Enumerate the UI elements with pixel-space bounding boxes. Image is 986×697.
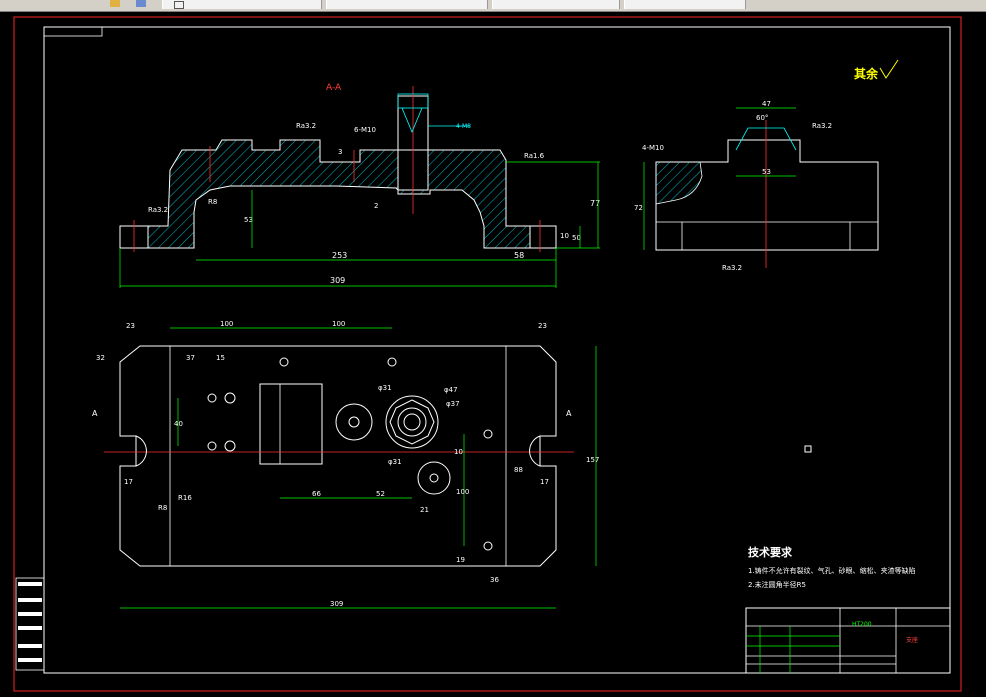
ucs-marker xyxy=(804,445,812,453)
dim-text: 53 xyxy=(762,168,771,176)
cad-canvas[interactable]: A-A 253 58 309 77 10 50 53 R8 3 2 6-M10 … xyxy=(0,0,986,697)
dim-text: 88 xyxy=(514,466,523,474)
surface-symbol xyxy=(879,59,899,79)
section-label: A-A xyxy=(326,83,342,93)
dim-text: R8 xyxy=(208,198,217,206)
plan-slot-arc xyxy=(135,435,147,467)
dim-text: 77 xyxy=(590,199,600,208)
tech-title: 技术要求 xyxy=(748,545,793,559)
hole-note: 4-M10 xyxy=(642,144,664,152)
dim-text: 10 xyxy=(454,448,463,456)
surface-rest-note: 其余 xyxy=(854,66,879,81)
dim-text: 40 xyxy=(174,420,183,428)
plan-hole xyxy=(483,429,493,439)
dim-text: R16 xyxy=(178,494,192,502)
dim-text: 37 xyxy=(186,354,195,362)
plan-hole xyxy=(348,416,360,428)
plan-boss xyxy=(403,413,421,431)
section-hatch xyxy=(147,139,531,249)
plan-hole xyxy=(207,441,217,451)
dim-text: 72 xyxy=(634,204,643,212)
dim-text: 53 xyxy=(244,216,253,224)
plan-hole xyxy=(224,440,236,452)
view-label: A xyxy=(92,409,98,418)
dim-text: 2 xyxy=(374,202,378,210)
plan-hole xyxy=(279,357,289,367)
hole-note: 4-M8 xyxy=(456,123,471,130)
plan-boss xyxy=(385,395,439,449)
dim-text: 47 xyxy=(762,100,771,108)
dim-text: 100 xyxy=(332,320,345,328)
plan-hole xyxy=(429,473,439,483)
dim-text: 21 xyxy=(420,506,429,514)
dim-text: 309 xyxy=(330,276,345,285)
plan-hole xyxy=(483,541,493,551)
plan-slot-arc xyxy=(529,435,541,467)
dim-text: 19 xyxy=(456,556,465,564)
dim-text: 66 xyxy=(312,490,321,498)
dim-text: φ37 xyxy=(446,400,460,408)
dim-text: 15 xyxy=(216,354,225,362)
section-view: A-A 253 58 309 77 10 50 53 R8 3 2 6-M10 … xyxy=(119,83,600,288)
plan-boss-hex xyxy=(389,399,435,445)
title-name: 支座 xyxy=(906,636,918,644)
dim-text: 309 xyxy=(330,600,343,608)
roughness-note: Ra3.2 xyxy=(722,264,742,272)
dim-text: 23 xyxy=(538,322,547,330)
dim-text: 100 xyxy=(220,320,233,328)
dim-text: 32 xyxy=(96,354,105,362)
dim-text: 3 xyxy=(338,148,342,156)
plan-boss xyxy=(397,407,427,437)
dim-text: φ47 xyxy=(444,386,458,394)
dim-text: 17 xyxy=(540,478,549,486)
plan-hole xyxy=(335,403,373,441)
plan-hole xyxy=(207,393,217,403)
title-material: HT200 xyxy=(852,621,872,628)
dim-text: 10 xyxy=(560,232,569,240)
outer-frame xyxy=(13,16,962,692)
border-label-box xyxy=(43,26,103,37)
roughness-note: Ra3.2 xyxy=(148,206,168,214)
section-base-right xyxy=(529,225,557,249)
hole-note: 6-M10 xyxy=(354,126,376,134)
plan-hole xyxy=(224,392,236,404)
dim-text: 58 xyxy=(514,251,524,260)
plan-view: A A 23 23 100 100 37 15 32 40 66 52 21 1… xyxy=(92,320,599,609)
dim-text: 23 xyxy=(126,322,135,330)
dim-text: 17 xyxy=(124,478,133,486)
plan-outline xyxy=(119,345,557,567)
dim-text: 100 xyxy=(456,488,469,496)
boss-detail xyxy=(401,107,423,134)
revision-block xyxy=(15,577,45,671)
dim-text: 52 xyxy=(376,490,385,498)
title-block: HT200 支座 xyxy=(745,607,951,674)
dim-text: φ31 xyxy=(378,384,392,392)
dim-text: φ31 xyxy=(388,458,402,466)
side-hatch xyxy=(655,161,703,205)
plan-hole xyxy=(387,357,397,367)
view-label: A xyxy=(566,409,572,418)
tech-line: 1.铸件不允许有裂纹、气孔、砂眼、缩松、夹渣等缺陷 xyxy=(748,566,916,575)
dim-text: 157 xyxy=(586,456,599,464)
roughness-note: Ra3.2 xyxy=(296,122,316,130)
side-view: 47 60° 53 72 4-M10 Ra3.2 Ra3.2 其余 xyxy=(634,59,899,272)
plan-hole xyxy=(417,461,451,495)
dim-text: 36 xyxy=(490,576,499,584)
dim-text: 60° xyxy=(756,114,768,122)
dim-text: R8 xyxy=(158,504,167,512)
dim-text: 50 xyxy=(572,234,581,242)
tech-line: 2.未注圆角半径R5 xyxy=(748,580,806,589)
dim-text: 253 xyxy=(332,251,347,260)
roughness-note: Ra3.2 xyxy=(812,122,832,130)
roughness-note: Ra1.6 xyxy=(524,152,545,160)
